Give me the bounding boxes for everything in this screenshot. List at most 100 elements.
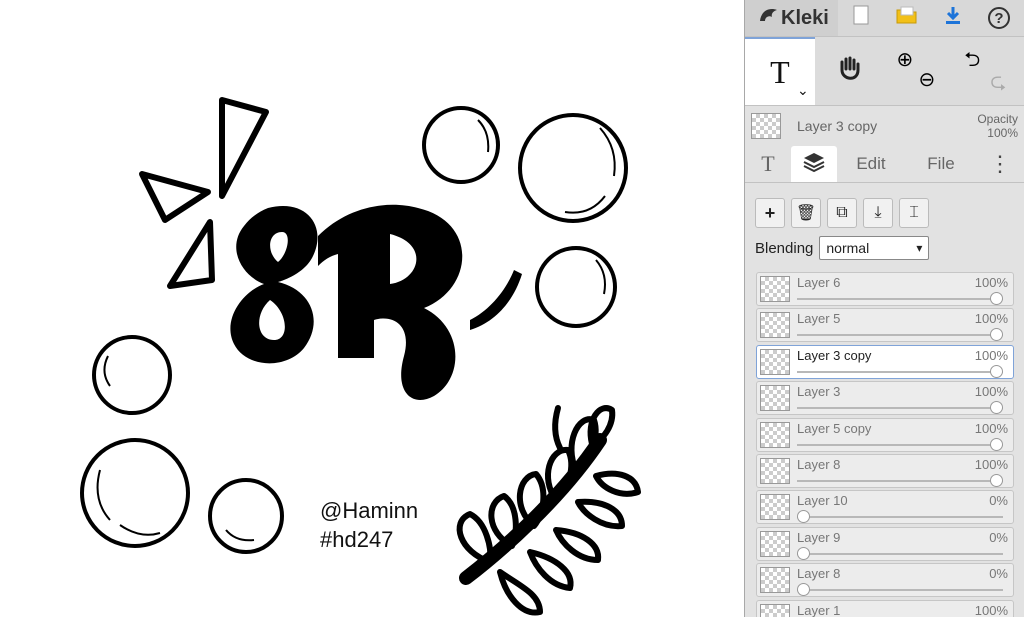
tab-file[interactable]: File (905, 146, 977, 182)
tab-more[interactable]: ⋮ (977, 146, 1023, 182)
layer-name: Layer 5 (797, 311, 841, 327)
opacity-slider-handle[interactable] (990, 328, 1003, 342)
open-image-button[interactable] (884, 0, 930, 36)
tab-layers[interactable] (791, 146, 837, 182)
tab-text-label: T (761, 151, 775, 176)
opacity-slider[interactable] (797, 298, 1003, 300)
zoom-out-icon[interactable]: ⊖ (919, 67, 936, 92)
layer-row[interactable]: Layer 5 copy 100% (756, 417, 1014, 452)
current-layer-info: Layer 3 copy Opacity 100% (745, 106, 1024, 146)
kleki-logo[interactable]: Kleki (745, 0, 838, 36)
rename-layer-button[interactable]: ⌶ (899, 198, 929, 228)
zoom-in-icon[interactable]: ⊕ (897, 47, 914, 72)
current-layer-thumbnail (751, 113, 781, 139)
layer-row[interactable]: Layer 8 100% (756, 453, 1014, 488)
tab-edit[interactable]: Edit (837, 146, 905, 182)
opacity-slider-handle[interactable] (797, 583, 810, 597)
opacity-slider[interactable] (797, 589, 1003, 592)
layer-thumbnail (760, 421, 790, 448)
layer-opacity: 100% (974, 384, 1008, 400)
layer-name: Layer 10 (797, 493, 848, 509)
layer-thumbnail (760, 567, 790, 594)
layer-thumbnail (760, 457, 790, 484)
tab-file-label: File (927, 154, 955, 173)
download-button[interactable] (930, 0, 976, 36)
opacity-slider[interactable] (797, 479, 1003, 482)
opacity-slider-handle[interactable] (990, 401, 1003, 415)
layer-name: Layer 3 copy (797, 347, 872, 363)
layer-thumbnail (760, 312, 790, 339)
opacity-slider-handle[interactable] (797, 546, 810, 560)
opacity-slider-handle[interactable] (990, 364, 1003, 378)
opacity-slider[interactable] (797, 407, 1003, 410)
help-button[interactable]: ? (976, 0, 1022, 36)
top-bar: Kleki ? (745, 0, 1024, 37)
opacity-slider[interactable] (797, 516, 1003, 519)
opacity-slider[interactable] (797, 552, 1003, 555)
layer-opacity: 100% (974, 602, 1008, 617)
app-name: Kleki (781, 6, 829, 29)
layer-row[interactable]: Layer 3 100% (756, 381, 1014, 416)
text-tool-button[interactable]: T ⌄ (745, 37, 815, 105)
layer-thumbnail (760, 603, 790, 617)
layer-thumbnail (760, 530, 790, 557)
duplicate-icon: ⧉ (836, 204, 848, 221)
new-image-button[interactable] (838, 0, 884, 36)
chevron-down-icon[interactable]: ⌄ (797, 82, 809, 99)
kleki-bird-icon (757, 5, 779, 31)
layer-name: Layer 9 (797, 529, 841, 545)
opacity-slider[interactable] (797, 334, 1003, 337)
undo-icon[interactable]: ⮌ (964, 45, 980, 79)
help-icon: ? (988, 7, 1010, 29)
layer-row[interactable]: Layer 9 0% (756, 526, 1014, 561)
layer-opacity: 100% (974, 275, 1008, 290)
delete-layer-button[interactable]: 🗑 (791, 198, 821, 228)
opacity-slider[interactable] (797, 443, 1003, 446)
chevron-down-icon: ▾ (916, 241, 923, 255)
layer-opacity: 0% (989, 493, 1008, 509)
layer-opacity: 0% (989, 529, 1008, 545)
opacity-slider-handle[interactable] (990, 292, 1003, 305)
history-buttons: ⮌ ⮎ (954, 37, 1024, 105)
watermark-hashtag: #hd247 (320, 527, 394, 552)
rename-icon: ⌶ (909, 204, 919, 221)
layer-row[interactable]: Layer 8 0% (756, 563, 1014, 598)
current-layer-name: Layer 3 copy (797, 118, 878, 134)
layer-row[interactable]: Layer 6 100% (756, 272, 1014, 306)
layer-name: Layer 6 (797, 275, 841, 290)
hand-icon (836, 54, 864, 89)
trash-icon: 🗑 (795, 205, 817, 222)
layer-thumbnail (760, 276, 790, 302)
layer-opacity: 100% (974, 311, 1008, 327)
layer-name: Layer 8 (797, 566, 841, 582)
layer-name: Layer 5 copy (797, 420, 872, 436)
layer-row[interactable]: Layer 5 100% (756, 308, 1014, 343)
tool-bar: T ⌄ ⊕ ⊖ ⮌ ⮎ (745, 37, 1024, 106)
blending-row: Blending normal ▾ (745, 228, 1024, 260)
layer-actions: + 🗑 ⧉ ⤓ ⌶ (745, 183, 1024, 228)
side-panel: Kleki ? T ⌄ ⊕ ⊖ ⮌ ⮎ Layer 3 copy Opacity… (744, 0, 1024, 617)
blending-select[interactable]: normal ▾ (819, 236, 930, 260)
new-page-icon (853, 5, 869, 31)
opacity-label: Opacity (977, 112, 1018, 126)
opacity-slider[interactable] (797, 370, 1003, 373)
layer-row[interactable]: Layer 3 copy 100% (756, 344, 1014, 379)
redo-icon[interactable]: ⮎ (990, 67, 1006, 101)
add-layer-button[interactable]: + (755, 198, 785, 228)
hand-tool-button[interactable] (815, 37, 885, 105)
layer-row[interactable]: Layer 10 0% (756, 490, 1014, 525)
layer-thumbnail (760, 385, 790, 412)
opacity-slider-handle[interactable] (990, 473, 1003, 487)
blending-value: normal (826, 240, 870, 256)
opacity-slider-handle[interactable] (797, 510, 810, 524)
duplicate-layer-button[interactable]: ⧉ (827, 198, 857, 228)
layer-row[interactable]: Layer 1 100% (756, 599, 1014, 617)
layer-name: Layer 1 (797, 602, 841, 617)
panel-tabs: T Edit File ⋮ (745, 146, 1024, 183)
opacity-slider-handle[interactable] (990, 437, 1003, 451)
drawing-canvas[interactable]: @Haminn #hd247 (0, 0, 744, 617)
tab-text[interactable]: T (745, 146, 791, 182)
layer-opacity: 100% (974, 420, 1008, 436)
opacity-value: 100% (987, 126, 1018, 140)
merge-down-button[interactable]: ⤓ (863, 198, 893, 228)
